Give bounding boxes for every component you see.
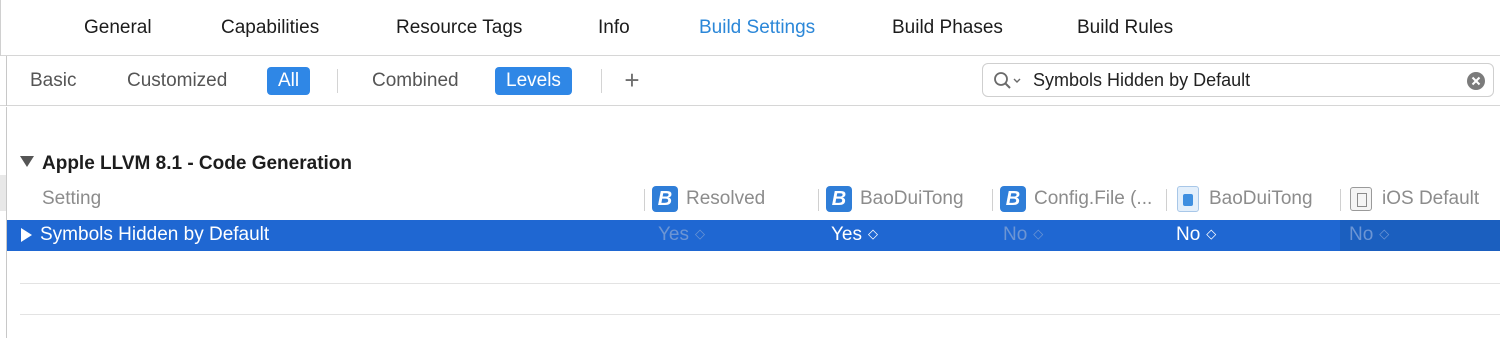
tab-build-rules[interactable]: Build Rules — [1077, 17, 1173, 39]
build-settings-filter-bar: Basic Customized All Combined Levels + — [0, 56, 1500, 106]
column-divider — [818, 189, 819, 211]
filter-basic-button[interactable]: Basic — [19, 67, 87, 95]
divider — [337, 69, 338, 93]
stepper-chevron-icon: ◇ — [1206, 226, 1217, 241]
tab-capabilities[interactable]: Capabilities — [221, 17, 319, 39]
setting-row-symbols-hidden-by-default[interactable]: Symbols Hidden by Default Yes ◇ Yes ◇ No ◇ … — [7, 220, 1500, 251]
column-header-config-file[interactable]: B Config.File (... — [1000, 186, 1152, 212]
column-header-resolved[interactable]: B Resolved — [652, 186, 765, 212]
editor-tab-bar: General Capabilities Resource Tags Info … — [0, 0, 1500, 56]
search-input[interactable] — [1033, 67, 1453, 93]
tab-general[interactable]: General — [84, 17, 152, 39]
disclosure-triangle-right-icon[interactable] — [21, 228, 32, 242]
section-title: Apple LLVM 8.1 - Code Generation — [42, 153, 353, 174]
stepper-chevron-icon: ◇ — [1033, 226, 1044, 241]
column-divider — [1166, 189, 1167, 211]
column-header-target[interactable]: B BaoDuiTong — [826, 186, 964, 212]
stepper-chevron-icon: ◇ — [695, 226, 705, 241]
filter-customized-button[interactable]: Customized — [116, 67, 238, 95]
disclosure-triangle-down-icon[interactable] — [20, 156, 34, 167]
tab-build-settings[interactable]: Build Settings — [699, 17, 815, 39]
column-header-ios-default[interactable]: iOS Default — [1350, 186, 1479, 212]
magnifying-glass-icon[interactable] — [993, 71, 1023, 91]
view-combined-button[interactable]: Combined — [361, 67, 470, 95]
row-divider — [20, 283, 1500, 284]
clear-search-icon[interactable] — [1467, 72, 1485, 90]
setting-name: Symbols Hidden by Default — [40, 224, 270, 245]
view-levels-button[interactable]: Levels — [495, 67, 572, 95]
scroll-indicator — [0, 175, 6, 211]
ios-default-value: No ◇ — [1349, 224, 1390, 245]
divider — [601, 69, 602, 93]
add-setting-plus-icon[interactable]: + — [620, 67, 644, 94]
column-header-project[interactable]: BaoDuiTong — [1177, 186, 1313, 212]
column-header-setting[interactable]: Setting — [42, 186, 101, 212]
tab-build-phases[interactable]: Build Phases — [892, 17, 1003, 39]
ios-sdk-icon — [1350, 187, 1372, 211]
target-value-popup[interactable]: Yes ◇ — [831, 224, 878, 246]
build-settings-b-icon: B — [1000, 186, 1026, 212]
divider — [0, 0, 1, 56]
section-header[interactable]: Apple LLVM 8.1 - Code Generation — [20, 153, 352, 175]
search-field[interactable] — [982, 63, 1494, 97]
divider — [6, 56, 7, 106]
row-divider — [20, 314, 1500, 315]
resolved-value-popup[interactable]: Yes ◇ — [658, 224, 705, 246]
column-divider — [992, 189, 993, 211]
project-value-popup[interactable]: No ◇ — [1176, 224, 1216, 246]
build-settings-b-icon: B — [826, 186, 852, 212]
tab-resource-tags[interactable]: Resource Tags — [396, 17, 522, 39]
config-file-value-popup[interactable]: No ◇ — [1003, 224, 1043, 246]
tab-info[interactable]: Info — [598, 17, 630, 39]
column-divider — [644, 189, 645, 211]
filter-all-button[interactable]: All — [267, 67, 311, 95]
build-settings-b-icon: B — [652, 186, 678, 212]
stepper-chevron-icon: ◇ — [868, 226, 878, 241]
project-file-icon — [1177, 186, 1199, 212]
stepper-chevron-icon: ◇ — [1379, 226, 1390, 241]
column-divider — [1340, 189, 1341, 211]
build-settings-table: Apple LLVM 8.1 - Code Generation Setting… — [0, 107, 1500, 338]
